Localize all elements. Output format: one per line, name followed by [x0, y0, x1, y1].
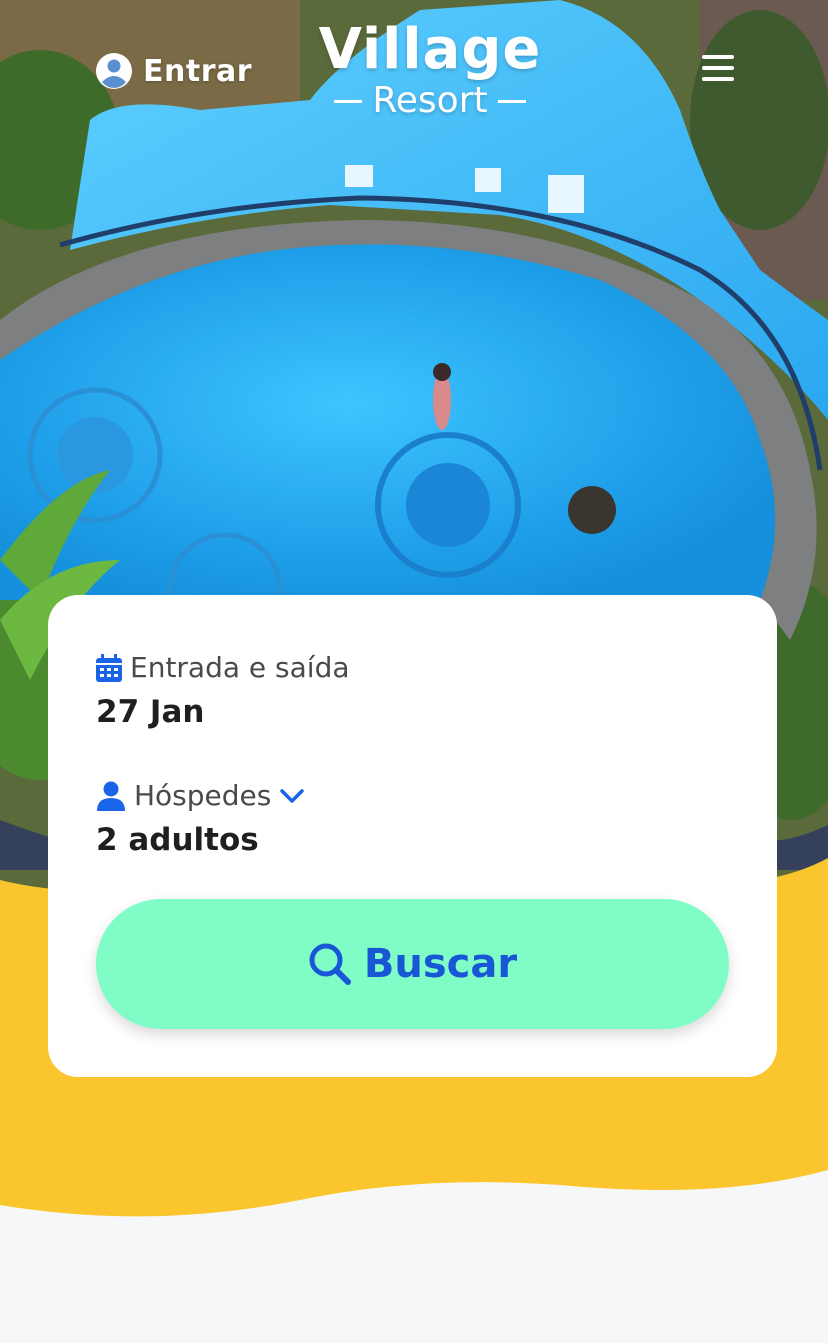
dates-field[interactable]: Entrada e saída 27 Jan [96, 651, 350, 730]
brand-logo[interactable]: Village Resort [300, 18, 560, 120]
dates-label-row: Entrada e saída [96, 651, 350, 684]
search-button[interactable]: Buscar [96, 899, 729, 1029]
menu-line [702, 77, 734, 81]
logo-sub-text: Resort [372, 80, 488, 121]
guests-field[interactable]: Hóspedes 2 adultos [96, 779, 305, 858]
search-icon [309, 943, 351, 985]
logo-main-text: Village [318, 17, 542, 82]
user-circle-icon [96, 53, 132, 89]
logo-dash-left [334, 99, 363, 103]
guests-label-row: Hóspedes [96, 779, 305, 812]
top-header: Entrar Village Resort [0, 0, 828, 140]
login-button[interactable]: Entrar [95, 52, 252, 90]
menu-line [702, 66, 734, 70]
logo-sub-row: Resort [300, 82, 560, 120]
hamburger-menu-icon[interactable] [702, 55, 734, 83]
person-icon [97, 781, 125, 811]
menu-line [702, 55, 734, 59]
chevron-down-icon[interactable] [279, 786, 305, 806]
calendar-icon [96, 653, 122, 682]
booking-card: Entrada e saída 27 Jan Hóspedes 2 adulto… [48, 595, 777, 1077]
search-label: Buscar [363, 941, 518, 987]
guests-label: Hóspedes [134, 779, 272, 812]
dates-label: Entrada e saída [130, 651, 350, 684]
guests-value: 2 adultos [96, 822, 259, 858]
login-label: Entrar [143, 53, 253, 89]
logo-dash-right [497, 99, 526, 103]
dates-value: 27 Jan [96, 694, 205, 730]
